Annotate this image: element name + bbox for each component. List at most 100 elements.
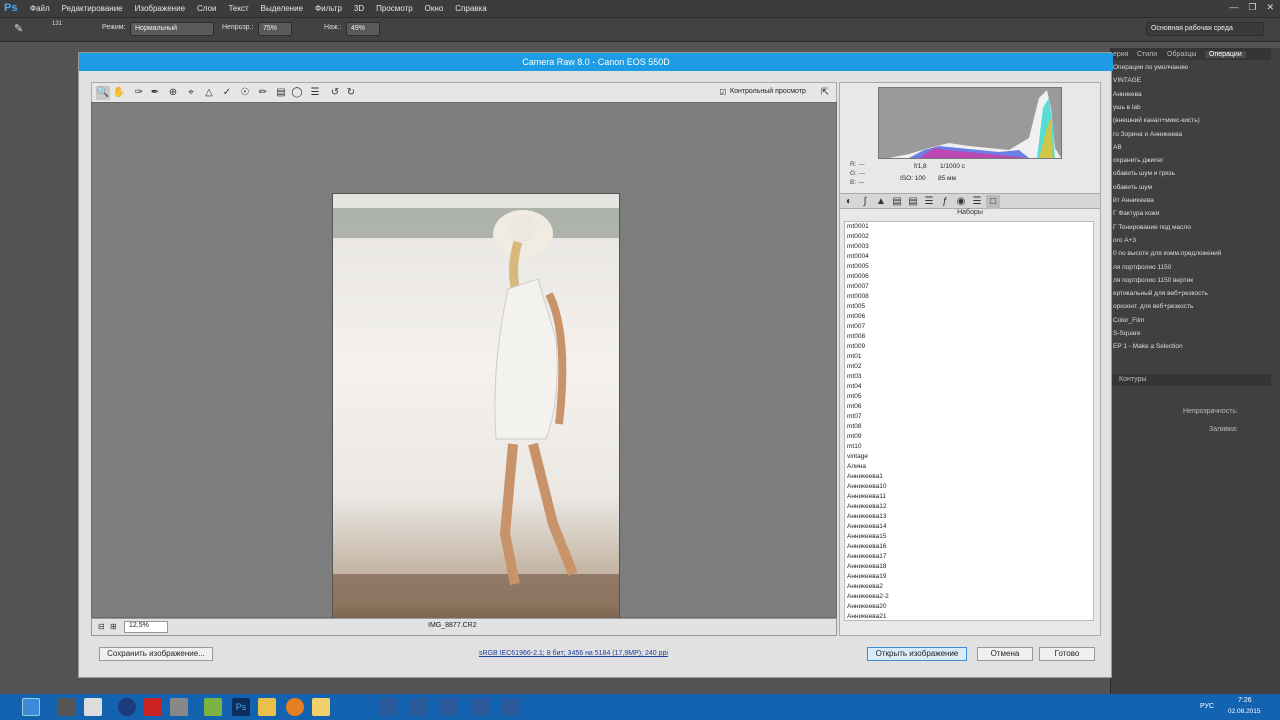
done-button[interactable]: Готово (1039, 647, 1095, 661)
menu-window[interactable]: Окно (419, 0, 450, 18)
menu-text[interactable]: Текст (222, 0, 254, 18)
straighten-icon[interactable]: △ (202, 86, 216, 100)
camera-calibration-icon[interactable]: ◉ (954, 195, 968, 209)
app-icon-5[interactable] (204, 698, 222, 716)
preset-item[interactable]: mt10 (845, 442, 1093, 452)
open-image-button[interactable]: Открыть изображение (867, 647, 967, 661)
adjust-brush-icon[interactable]: ✏ (256, 86, 270, 100)
save-image-button[interactable]: Сохранить изображение... (99, 647, 213, 661)
menu-filter[interactable]: Фильтр (309, 0, 348, 18)
preset-item[interactable]: mt05 (845, 392, 1093, 402)
app-icon-1[interactable] (58, 698, 76, 716)
app-icon-6[interactable] (258, 698, 276, 716)
brush-size[interactable]: 131 (52, 21, 62, 27)
preset-item[interactable]: Анникеева21 (845, 612, 1093, 620)
graduated-filter-icon[interactable]: ▤ (274, 86, 288, 100)
action-item[interactable]: ого A+3 (1113, 237, 1263, 244)
preset-item[interactable]: mt03 (845, 372, 1093, 382)
preset-item[interactable]: mt0002 (845, 232, 1093, 242)
preset-item[interactable]: Анникеева15 (845, 532, 1093, 542)
hand-tool-icon[interactable]: ✋ (112, 86, 126, 100)
preset-item[interactable]: mt01 (845, 352, 1093, 362)
start-button[interactable] (22, 698, 40, 716)
zoom-select[interactable]: 12,5% (124, 621, 168, 633)
app-icon-2[interactable] (84, 698, 102, 716)
close-icon[interactable]: ✕ (1266, 2, 1274, 13)
preset-item[interactable]: Анникеева11 (845, 492, 1093, 502)
preset-item[interactable]: mt005 (845, 302, 1093, 312)
tone-curve-icon[interactable]: ∫ (858, 195, 872, 209)
preset-item[interactable]: Анникеева2-2 (845, 592, 1093, 602)
action-item[interactable]: S-Square (1113, 330, 1263, 337)
action-item[interactable]: оризонт. для веб+резкость (1113, 303, 1263, 310)
image-preview[interactable] (91, 102, 837, 626)
menu-help[interactable]: Справка (449, 0, 492, 18)
preset-item[interactable]: mt007 (845, 322, 1093, 332)
action-item[interactable]: Г Тонирование под масло (1113, 224, 1263, 231)
action-item[interactable]: 0 по высоте для комм.предложений (1113, 250, 1263, 257)
action-item[interactable]: Color_Film (1113, 317, 1263, 324)
firefox-icon[interactable] (286, 698, 304, 716)
minimize-icon[interactable]: — (1229, 2, 1238, 13)
app-icon-4[interactable] (170, 698, 188, 716)
action-item[interactable]: ля портфолио 1150 (1113, 264, 1263, 271)
task-2[interactable] (410, 698, 428, 716)
action-item[interactable]: EP 1 - Make a Selection (1113, 343, 1263, 350)
action-item[interactable]: Операции по умолчанию (1113, 64, 1263, 71)
task-5[interactable] (502, 698, 520, 716)
preset-item[interactable]: Анникеева19 (845, 572, 1093, 582)
opacity-select[interactable]: 75% (258, 22, 292, 36)
preset-item[interactable]: Анникеева2 (845, 582, 1093, 592)
menu-edit[interactable]: Редактирование (56, 0, 129, 18)
preview-checkbox[interactable]: ☑ (718, 86, 728, 100)
action-item[interactable]: охранить джипег (1113, 157, 1263, 164)
presets-icon[interactable]: ☰ (970, 195, 984, 209)
action-item[interactable]: обавить шум (1113, 184, 1263, 191)
hsl-icon[interactable]: ▤ (890, 195, 904, 209)
color-sampler-icon[interactable]: ✒ (148, 86, 162, 100)
preset-item[interactable]: mt07 (845, 412, 1093, 422)
snapshots-icon[interactable]: □ (986, 195, 1000, 209)
action-item[interactable]: Анникева (1113, 91, 1263, 98)
folder-icon[interactable] (312, 698, 330, 716)
preset-item[interactable]: mt0001 (845, 222, 1093, 232)
menu-layers[interactable]: Слои (191, 0, 222, 18)
action-item[interactable]: VINTAGE (1113, 77, 1263, 84)
detail-icon[interactable]: ▲ (874, 195, 888, 209)
preset-item[interactable]: vintage (845, 452, 1093, 462)
language-indicator[interactable]: РУС (1200, 703, 1214, 710)
presets-list[interactable]: mt0001 mt0002 mt0003 mt0004 mt0005 mt0006 mt00… (844, 221, 1094, 621)
menu-3d[interactable]: 3D (348, 0, 370, 18)
action-item[interactable]: обавить шум и грязь (1113, 170, 1263, 177)
radial-filter-icon[interactable]: ◯ (290, 86, 304, 100)
preset-item[interactable]: mt06 (845, 402, 1093, 412)
restore-icon[interactable]: ❐ (1248, 2, 1256, 13)
task-4[interactable] (472, 698, 490, 716)
preset-item[interactable]: Анникеева20 (845, 602, 1093, 612)
action-item[interactable]: ертикальный для веб+резкость (1113, 290, 1263, 297)
menu-select[interactable]: Выделение (255, 0, 309, 18)
action-item[interactable]: ля портфолио 1150 вертик (1113, 277, 1263, 284)
preset-item[interactable]: mt0006 (845, 272, 1093, 282)
rotate-cw-icon[interactable]: ↻ (344, 86, 358, 100)
preset-item[interactable]: Анникеева1 (845, 472, 1093, 482)
menu-image[interactable]: Изображение (129, 0, 191, 18)
preset-item[interactable]: Анникеева17 (845, 552, 1093, 562)
mode-select[interactable]: Нормальный (130, 22, 214, 36)
action-item[interactable]: го Зорина и Анникеева (1113, 131, 1263, 138)
preset-item[interactable]: mt0003 (845, 242, 1093, 252)
tab-swatches[interactable]: Образцы (1167, 51, 1196, 58)
menu-view[interactable]: Просмотр (370, 0, 419, 18)
tab-paths[interactable]: Контуры (1119, 376, 1146, 383)
action-item[interactable]: ушь в lab (1113, 104, 1263, 111)
preset-item[interactable]: mt04 (845, 382, 1093, 392)
preset-item[interactable]: Анникеева14 (845, 522, 1093, 532)
preset-item[interactable]: Анникеева13 (845, 512, 1093, 522)
preset-item[interactable]: mt008 (845, 332, 1093, 342)
preset-item[interactable]: Анникеева12 (845, 502, 1093, 512)
brush-tool-icon[interactable]: ✎ (14, 22, 23, 35)
zoom-out-icon[interactable]: ⊟ (98, 622, 105, 631)
menu-file[interactable]: Файл (24, 0, 56, 18)
split-toning-icon[interactable]: ▤ (906, 195, 920, 209)
preset-item[interactable]: mt0008 (845, 292, 1093, 302)
